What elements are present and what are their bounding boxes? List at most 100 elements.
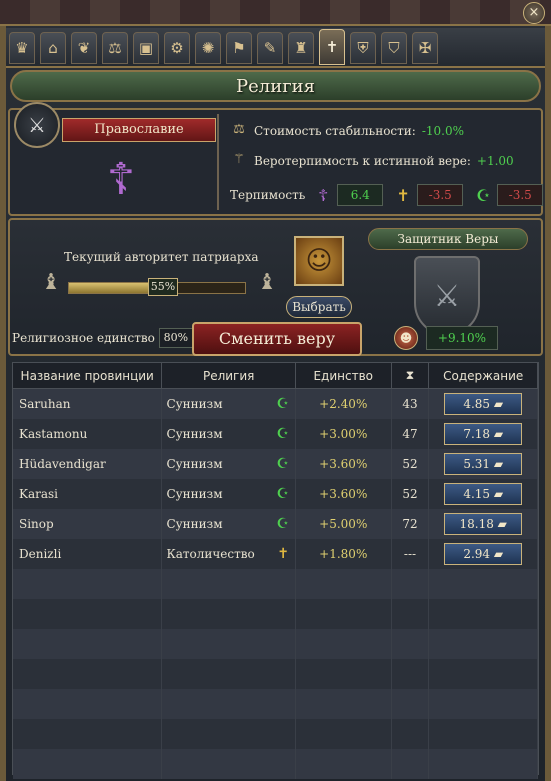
header-unity[interactable]: Единство <box>296 363 392 388</box>
table-row[interactable]: Denizli Католичество ✝ +1.80% --- 2.94 ▰ <box>13 539 539 569</box>
patriarch-portrait-icon[interactable]: ☺ <box>294 236 344 286</box>
dove-icon[interactable]: ❦ <box>71 32 97 64</box>
province-religion: Суннизм ☪ <box>162 509 296 539</box>
court-icon[interactable]: ⌂ <box>40 32 66 64</box>
religion-name: Католичество <box>166 547 255 561</box>
province-name[interactable]: Karasi <box>13 479 163 509</box>
empty-row <box>13 689 539 719</box>
idea-icon[interactable]: ✺ <box>195 32 221 64</box>
empty-row <box>13 659 539 689</box>
religion-name: Суннизм <box>166 517 223 531</box>
hourglass-icon[interactable]: ⧗ <box>392 363 430 388</box>
convert-religion-button[interactable]: Сменить веру <box>192 322 362 356</box>
table-body: Saruhan Суннизм ☪ +2.40% 43 4.85 ▰ Kastamonu Су… <box>13 389 539 779</box>
close-icon[interactable]: × <box>523 2 545 24</box>
empty-row <box>13 629 539 659</box>
empty-cell <box>13 599 163 629</box>
province-unity: +3.60% <box>296 449 392 479</box>
table-row[interactable]: Saruhan Суннизм ☪ +2.40% 43 4.85 ▰ <box>13 389 539 419</box>
empty-cell <box>429 599 539 629</box>
empty-cell <box>429 569 539 599</box>
table-row[interactable]: Karasi Суннизм ☪ +3.60% 52 4.15 ▰ <box>13 479 539 509</box>
religion-decision-icon[interactable]: ⚔ <box>14 102 60 148</box>
empty-cell <box>429 629 539 659</box>
estates-icon[interactable]: ♜ <box>288 32 314 64</box>
empty-cell <box>13 689 163 719</box>
religion-panel: ⚔ Православие ☦ ⚖ Стоимость стабильности… <box>8 102 544 216</box>
gear-icon[interactable]: ⚙ <box>164 32 190 64</box>
table-row[interactable]: Hüdavendigar Суннизм ☪ +3.60% 52 5.31 ▰ <box>13 449 539 479</box>
empty-row <box>13 749 539 779</box>
orthodox-tolerance-icon: ☦ <box>318 185 329 205</box>
upkeep-button[interactable]: 2.94 ▰ <box>444 543 523 565</box>
religious-unity-label: Религиозное единство <box>12 331 155 345</box>
authority-percent: 55% <box>148 278 178 296</box>
empty-cell <box>296 749 392 779</box>
authority-label: Текущий авторитет патриарха <box>64 250 259 264</box>
province-upkeep-cell: 4.15 ▰ <box>429 479 539 509</box>
province-name[interactable]: Denizli <box>13 539 163 569</box>
province-name[interactable]: Saruhan <box>13 389 163 419</box>
upkeep-button[interactable]: 4.15 ▰ <box>444 483 523 505</box>
shield-badge-icon[interactable]: ⛉ <box>381 32 407 64</box>
empty-cell <box>392 749 430 779</box>
empty-cell <box>429 689 539 719</box>
empty-cell <box>162 569 296 599</box>
flag-icon[interactable]: ⚑ <box>226 32 252 64</box>
religion-icon[interactable]: ✝ <box>319 29 345 65</box>
province-name[interactable]: Sinop <box>13 509 163 539</box>
header-province[interactable]: Название провинции <box>13 363 163 388</box>
religious-unity-value: 80% <box>158 328 193 348</box>
province-time: 72 <box>392 509 430 539</box>
province-religion: Католичество ✝ <box>162 539 296 569</box>
scepter-icon: ⚚ <box>233 152 245 167</box>
upkeep-button[interactable]: 18.18 ▰ <box>444 513 523 535</box>
empty-cell <box>13 629 163 659</box>
upkeep-button[interactable]: 7.18 ▰ <box>444 423 523 445</box>
province-upkeep-cell: 7.18 ▰ <box>429 419 539 449</box>
header-upkeep[interactable]: Содержание <box>429 363 538 388</box>
religious-unity-row: Религиозное единство 80% <box>12 328 193 348</box>
trade-icon[interactable]: ⚖ <box>102 32 128 64</box>
crown-icon[interactable]: ♛ <box>9 32 35 64</box>
stability-cost-value: -10.0% <box>421 124 465 138</box>
table-header: Название провинции Религия Единство ⧗ Со… <box>13 363 538 389</box>
religion-name: Суннизм <box>166 457 223 471</box>
province-religion: Суннизм ☪ <box>162 419 296 449</box>
province-name[interactable]: Hüdavendigar <box>13 449 163 479</box>
helmet-icon[interactable]: ⛨ <box>350 32 376 64</box>
empty-cell <box>13 719 163 749</box>
empty-row <box>13 599 539 629</box>
header-religion[interactable]: Религия <box>162 363 296 388</box>
ruler-portrait-icon[interactable]: ☻ <box>394 326 418 350</box>
province-upkeep-cell: 4.85 ▰ <box>429 389 539 419</box>
cargo-icon[interactable]: ▣ <box>133 32 159 64</box>
upkeep-button[interactable]: 5.31 ▰ <box>444 453 523 475</box>
province-religion: Суннизм ☪ <box>162 479 296 509</box>
province-name[interactable]: Kastamonu <box>13 419 163 449</box>
true-faith-tolerance-row: ⚚ Веротерпимость к истинной вере: +1.00 <box>230 152 514 170</box>
province-time: --- <box>392 539 430 569</box>
empty-cell <box>13 749 163 779</box>
choose-button[interactable]: Выбрать <box>286 296 352 318</box>
province-unity: +2.40% <box>296 389 392 419</box>
scroll-icon[interactable]: ✎ <box>257 32 283 64</box>
title-banner: Религия <box>10 70 541 102</box>
empty-cell <box>392 599 430 629</box>
empty-cell <box>296 689 392 719</box>
table-row[interactable]: Sinop Суннизм ☪ +5.00% 72 18.18 ▰ <box>13 509 539 539</box>
religion-name: Суннизм <box>166 427 223 441</box>
province-time: 43 <box>392 389 430 419</box>
defender-shield-icon[interactable]: ⚔ <box>414 256 480 336</box>
crescent-icon: ☪ <box>276 516 289 532</box>
cross-star-icon[interactable]: ✠ <box>412 32 438 64</box>
orthodox-cross-icon: ☦ <box>106 154 136 205</box>
table-row[interactable]: Kastamonu Суннизм ☪ +3.00% 47 7.18 ▰ <box>13 419 539 449</box>
upkeep-button[interactable]: 4.85 ▰ <box>444 393 523 415</box>
top-strip: × <box>0 0 551 26</box>
stability-cost-label: Стоимость стабильности: <box>254 124 416 138</box>
empty-cell <box>429 749 539 779</box>
province-religion: Суннизм ☪ <box>162 389 296 419</box>
empty-cell <box>392 659 430 689</box>
province-upkeep-cell: 5.31 ▰ <box>429 449 539 479</box>
